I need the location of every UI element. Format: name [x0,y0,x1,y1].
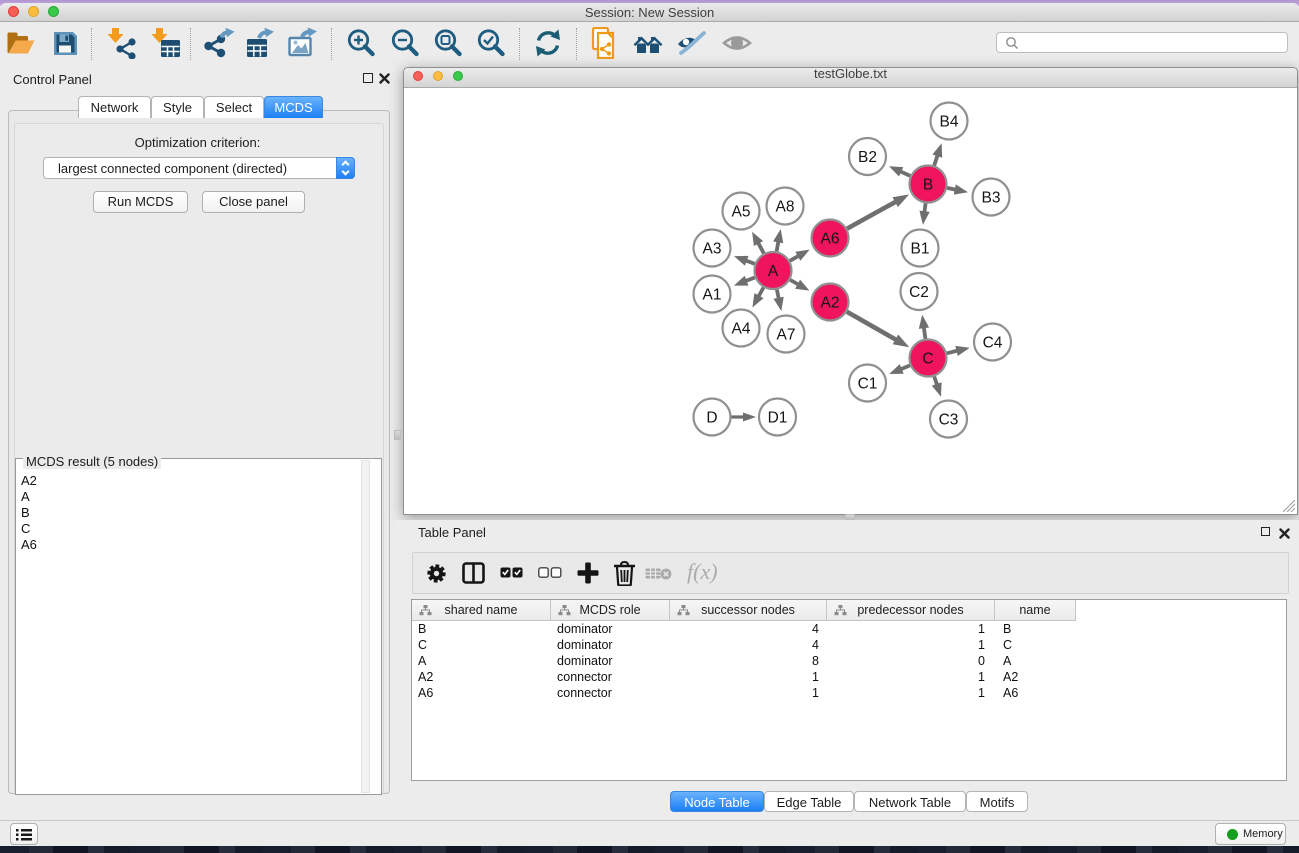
svg-text:B3: B3 [982,190,1001,207]
svg-text:C3: C3 [939,412,959,429]
svg-text:A2: A2 [821,295,840,312]
svg-text:A: A [768,263,779,280]
svg-text:B4: B4 [940,114,959,131]
svg-text:A8: A8 [776,199,795,216]
svg-text:C2: C2 [909,284,929,301]
svg-text:A6: A6 [821,231,840,248]
svg-text:C4: C4 [983,335,1003,352]
svg-text:B1: B1 [911,241,930,258]
svg-text:C1: C1 [858,376,878,393]
svg-text:B2: B2 [858,149,877,166]
svg-text:A3: A3 [703,241,722,258]
svg-text:D: D [706,410,717,427]
svg-text:A1: A1 [703,287,722,304]
svg-text:C: C [922,351,933,368]
svg-text:D1: D1 [768,410,788,427]
svg-text:A7: A7 [777,327,796,344]
svg-text:B: B [923,177,933,194]
svg-text:A5: A5 [732,204,751,221]
svg-text:A4: A4 [732,321,751,338]
